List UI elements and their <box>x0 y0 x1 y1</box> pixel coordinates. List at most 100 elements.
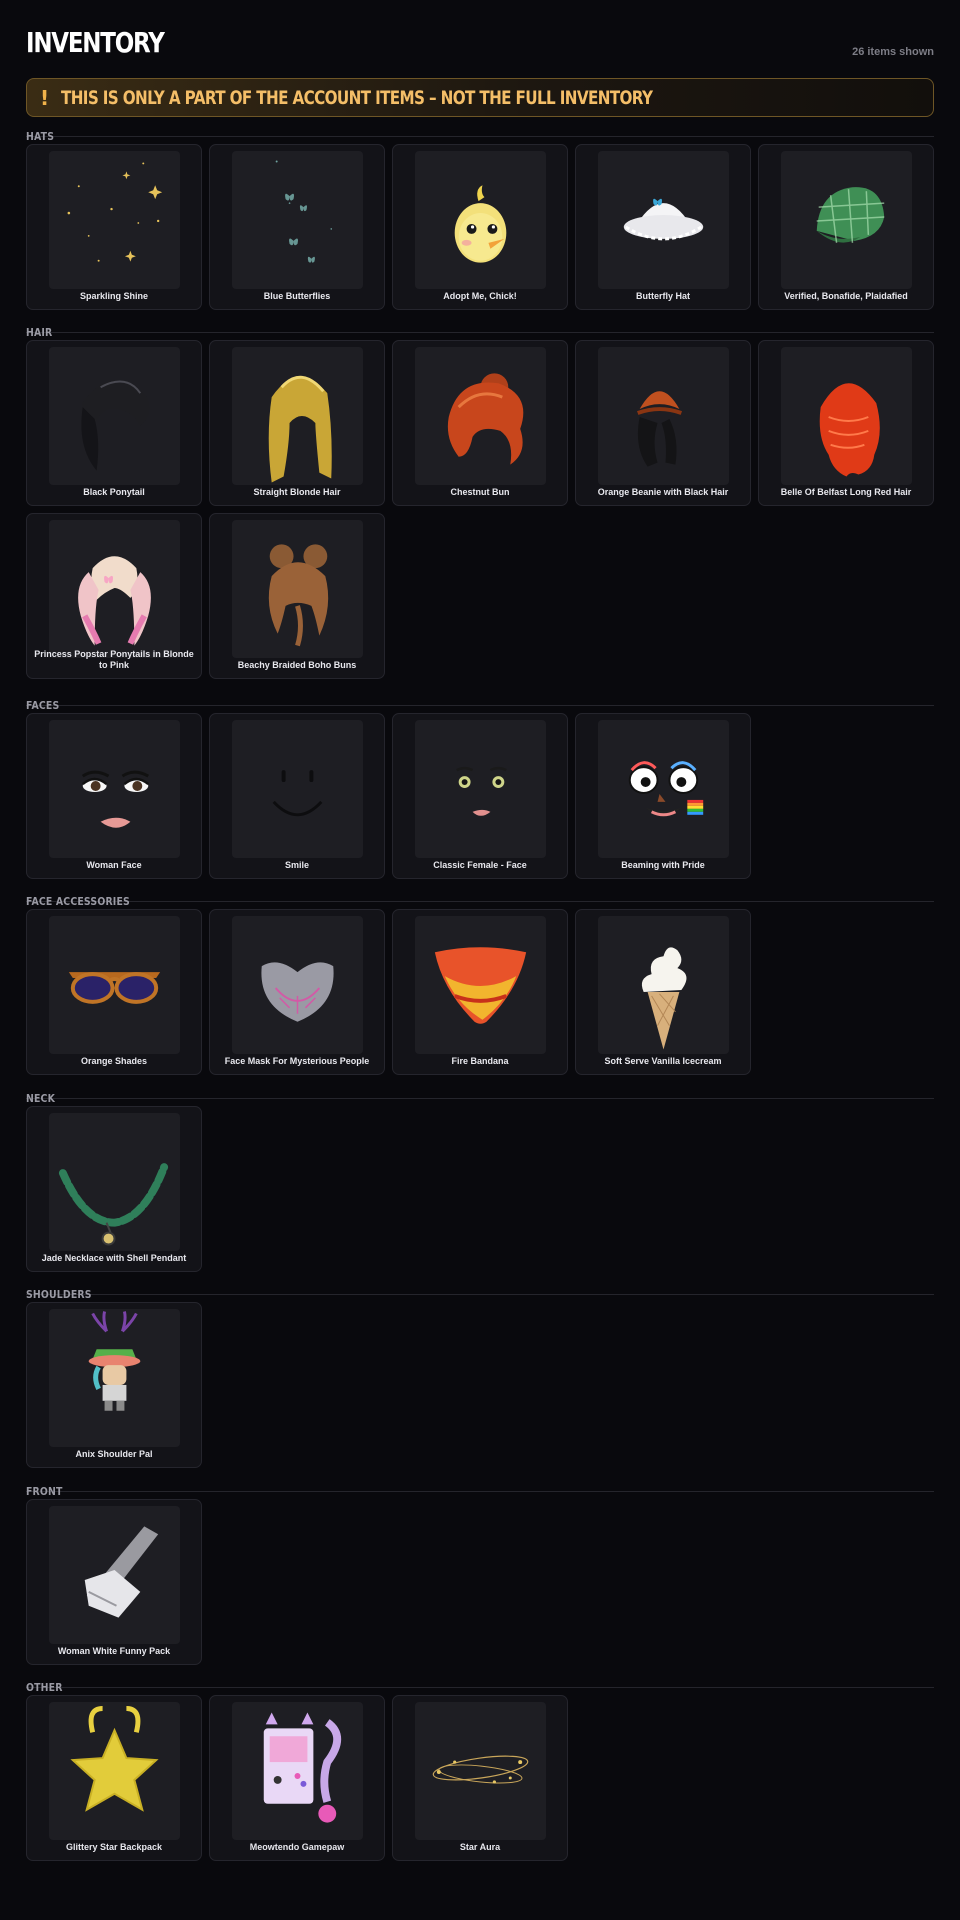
item-card[interactable]: Straight Blonde Hair <box>209 340 385 506</box>
item-card[interactable]: Orange Shades <box>26 909 202 1075</box>
sparkle-icon <box>67 162 163 262</box>
face-mask-icon <box>261 962 334 1022</box>
item-thumbnail <box>415 347 546 485</box>
item-card[interactable]: Sparkling Shine <box>26 144 202 310</box>
page-title: INVENTORY <box>26 26 165 59</box>
item-name: Star Aura <box>459 1842 501 1852</box>
butterflies-icon <box>275 160 333 263</box>
item-name: Face Mask For Mysterious People <box>224 1056 370 1066</box>
item-grid: Black Ponytail Straight Blonde Hair Ches… <box>26 340 934 679</box>
section-front: FRONT Woman White Funny Pack <box>26 1485 934 1665</box>
item-card[interactable]: Star Aura <box>392 1695 568 1861</box>
red-hair-icon <box>819 383 880 477</box>
item-card[interactable]: Woman Face <box>26 713 202 879</box>
item-thumbnail <box>415 1702 546 1840</box>
section-face-accessories: FACE ACCESSORIES Orange Shades Face Mask… <box>26 895 934 1075</box>
item-thumbnail <box>415 720 546 858</box>
section-shoulders: SHOULDERS Anix Shoulder Pal <box>26 1288 934 1468</box>
item-thumbnail <box>232 1702 363 1840</box>
item-name: Woman White Funny Pack <box>57 1646 171 1656</box>
fanny-pack-icon <box>84 1526 159 1618</box>
item-count: 26 items shown <box>852 46 934 58</box>
section-hair: HAIR Black Ponytail Straight Blonde Hair… <box>26 326 934 679</box>
item-card[interactable]: Soft Serve Vanilla Icecream <box>575 909 751 1075</box>
item-card[interactable]: Anix Shoulder Pal <box>26 1302 202 1468</box>
exclamation-icon: ! <box>40 85 50 110</box>
brown-buns-icon <box>268 544 329 647</box>
item-card[interactable]: Black Ponytail <box>26 340 202 506</box>
star-backpack-icon <box>70 1705 159 1812</box>
item-name: Beaming with Pride <box>621 860 705 870</box>
item-card[interactable]: Jade Necklace with Shell Pendant <box>26 1106 202 1272</box>
item-name: Adopt Me, Chick! <box>443 291 517 301</box>
item-thumbnail <box>415 916 546 1054</box>
item-thumbnail <box>49 347 180 485</box>
section-title: FACE ACCESSORIES <box>26 895 130 908</box>
item-card[interactable]: Verified, Bonafide, Plaidafied <box>758 144 934 310</box>
item-card[interactable]: Glittery Star Backpack <box>26 1695 202 1861</box>
item-name: Fire Bandana <box>451 1056 509 1066</box>
item-thumbnail <box>232 347 363 485</box>
section-title: OTHER <box>26 1681 63 1694</box>
inventory-page: INVENTORY 26 items shown ! THIS IS ONLY … <box>26 0 934 1861</box>
item-thumbnail <box>232 720 363 858</box>
section-divider <box>26 705 934 706</box>
item-card[interactable]: Meowtendo Gamepaw <box>209 1695 385 1861</box>
item-thumbnail <box>598 916 729 1054</box>
plaid-cap-icon <box>816 187 885 243</box>
item-thumbnail <box>49 151 180 289</box>
item-card[interactable]: Beachy Braided Boho Buns <box>209 513 385 679</box>
item-name: Blue Butterflies <box>263 291 331 301</box>
black-hair-icon <box>81 380 150 471</box>
classic-female-face-icon <box>456 766 507 816</box>
item-grid: Woman Face Smile Classic Female - Face B… <box>26 713 934 879</box>
item-card[interactable]: Classic Female - Face <box>392 713 568 879</box>
section-divider <box>26 1687 934 1688</box>
item-thumbnail <box>232 520 363 658</box>
gamepaw-icon <box>263 1712 342 1823</box>
section-faces: FACES Woman Face Smile Classic Female - … <box>26 699 934 879</box>
item-card[interactable]: Orange Beanie with Black Hair <box>575 340 751 506</box>
warning-banner: ! THIS IS ONLY A PART OF THE ACCOUNT ITE… <box>26 78 934 117</box>
woman-face-icon <box>81 770 150 828</box>
item-name: Chestnut Bun <box>450 487 510 497</box>
item-card[interactable]: Woman White Funny Pack <box>26 1499 202 1665</box>
item-name: Sparkling Shine <box>79 291 148 301</box>
section-title: SHOULDERS <box>26 1288 92 1301</box>
item-card[interactable]: Butterfly Hat <box>575 144 751 310</box>
item-card[interactable]: Belle Of Belfast Long Red Hair <box>758 340 934 506</box>
item-card[interactable]: Blue Butterflies <box>209 144 385 310</box>
item-card[interactable]: Adopt Me, Chick! <box>392 144 568 310</box>
item-grid: Woman White Funny Pack <box>26 1499 934 1665</box>
beanie-hair-icon <box>637 391 683 467</box>
item-card[interactable]: Chestnut Bun <box>392 340 568 506</box>
item-name: Meowtendo Gamepaw <box>249 1842 345 1852</box>
section-hats: HATS Sparkling Shine Blue Butterflies Ad… <box>26 130 934 310</box>
section-title: HAIR <box>26 326 53 339</box>
item-thumbnail <box>49 1506 180 1644</box>
item-thumbnail <box>781 347 912 485</box>
item-card[interactable]: Smile <box>209 713 385 879</box>
item-thumbnail <box>598 151 729 289</box>
chestnut-hair-icon <box>447 373 524 465</box>
item-card[interactable]: Beaming with Pride <box>575 713 751 879</box>
item-name: Orange Shades <box>80 1056 148 1066</box>
item-card[interactable]: Fire Bandana <box>392 909 568 1075</box>
section-divider <box>26 136 934 137</box>
warning-text: THIS IS ONLY A PART OF THE ACCOUNT ITEMS… <box>61 86 653 109</box>
item-thumbnail <box>49 1309 180 1447</box>
section-title: HATS <box>26 130 55 143</box>
icecream-icon <box>641 947 687 1050</box>
item-card[interactable]: Princess Popstar Ponytails in Blonde to … <box>26 513 202 679</box>
section-divider <box>26 1294 934 1295</box>
item-name: Classic Female - Face <box>433 860 527 870</box>
item-card[interactable]: Face Mask For Mysterious People <box>209 909 385 1075</box>
item-thumbnail <box>781 151 912 289</box>
star-aura-icon <box>432 1755 529 1784</box>
chick-icon <box>454 185 507 263</box>
section-title: NECK <box>26 1092 56 1105</box>
item-grid: Glittery Star Backpack Meowtendo Gamepaw… <box>26 1695 934 1861</box>
necklace-icon <box>58 1163 169 1246</box>
smile-face-icon <box>272 770 323 817</box>
shoulder-pal-icon <box>88 1311 141 1411</box>
